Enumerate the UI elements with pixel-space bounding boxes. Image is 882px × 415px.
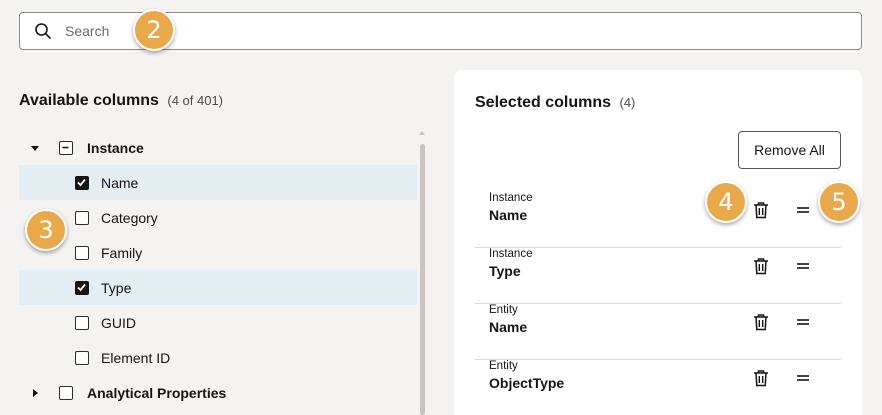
callout-badge-5: 5 <box>818 181 860 223</box>
tree-item-name[interactable]: Name <box>19 165 417 200</box>
available-columns-title: Available columns <box>19 92 159 109</box>
tree-group-instance[interactable]: Instance <box>19 130 417 165</box>
selected-column-name: Name <box>489 207 528 223</box>
selected-column-group: Entity <box>489 360 518 372</box>
selected-column-name: Name <box>489 319 528 335</box>
tree-group-analytical-properties[interactable]: Analytical Properties <box>19 375 417 410</box>
unchecked-checkbox[interactable] <box>59 385 73 400</box>
scrollbar-thumb[interactable] <box>420 144 425 415</box>
callout-badge-4: 4 <box>705 181 747 223</box>
scroll-up-arrow-icon[interactable] <box>419 130 425 136</box>
selected-column-item[interactable]: Instance Type <box>475 248 841 304</box>
selected-columns-list: Instance Name Instance Type Entity Name … <box>475 192 841 415</box>
tree-item-guid[interactable]: GUID <box>19 305 417 340</box>
checked-checkbox[interactable] <box>75 280 89 295</box>
tree-item-label: GUID <box>101 314 136 331</box>
remove-all-button[interactable]: Remove All <box>738 131 841 169</box>
search-icon <box>35 23 51 39</box>
drag-handle-icon[interactable] <box>797 374 809 382</box>
tree-item-label: Type <box>101 279 132 296</box>
selected-column-item[interactable]: Instance Name <box>475 192 841 248</box>
unchecked-checkbox[interactable] <box>75 245 89 260</box>
unchecked-checkbox[interactable] <box>75 350 89 365</box>
selected-columns-title: Selected columns <box>475 94 612 111</box>
tree-item-label: Element ID <box>101 349 171 366</box>
trash-icon[interactable] <box>752 257 770 275</box>
search-input[interactable] <box>65 19 845 43</box>
trash-icon[interactable] <box>752 313 770 331</box>
check-icon <box>77 178 86 186</box>
drag-handle-icon[interactable] <box>797 206 809 214</box>
callout-badge-2: 2 <box>133 9 175 51</box>
selected-column-group: Instance <box>489 192 533 204</box>
tree-item-element-id[interactable]: Element ID <box>19 340 417 375</box>
available-columns-tree: Instance Name Category Family Type GUID <box>19 130 417 410</box>
tree-group-label: Instance <box>87 139 144 156</box>
check-icon <box>77 283 86 291</box>
selected-column-name: Type <box>489 263 521 279</box>
selected-columns-count: (4) <box>619 95 636 110</box>
tree-item-label: Category <box>101 209 158 226</box>
unchecked-checkbox[interactable] <box>75 210 89 225</box>
drag-handle-icon[interactable] <box>797 318 809 326</box>
caret-right-icon[interactable] <box>30 388 40 398</box>
unchecked-checkbox[interactable] <box>75 315 89 330</box>
tree-item-family[interactable]: Family <box>19 235 417 270</box>
selected-column-name: ObjectType <box>489 375 565 391</box>
indeterminate-checkbox[interactable] <box>59 140 73 155</box>
tree-item-type[interactable]: Type <box>19 270 417 305</box>
trash-icon[interactable] <box>752 201 770 219</box>
tree-item-label: Name <box>101 174 139 191</box>
selected-columns-panel: Selected columns (4) Remove All Instance… <box>454 70 862 415</box>
selected-column-item[interactable]: Entity ObjectType <box>475 360 841 415</box>
selected-columns-heading: Selected columns (4) <box>475 94 635 112</box>
callout-badge-3: 3 <box>25 209 67 251</box>
tree-group-label: Analytical Properties <box>87 384 227 401</box>
tree-item-label: Family <box>101 244 143 261</box>
selected-column-group: Instance <box>489 248 533 260</box>
drag-handle-icon[interactable] <box>797 262 809 270</box>
selected-column-item[interactable]: Entity Name <box>475 304 841 360</box>
caret-down-icon[interactable] <box>30 143 40 153</box>
checked-checkbox[interactable] <box>75 175 89 190</box>
available-columns-count: (4 of 401) <box>167 93 224 108</box>
minus-icon <box>62 146 69 148</box>
selected-column-group: Entity <box>489 304 518 316</box>
available-columns-heading: Available columns (4 of 401) <box>19 92 223 110</box>
tree-item-category[interactable]: Category <box>19 200 417 235</box>
trash-icon[interactable] <box>752 369 770 387</box>
tree-scrollbar[interactable] <box>418 130 426 415</box>
